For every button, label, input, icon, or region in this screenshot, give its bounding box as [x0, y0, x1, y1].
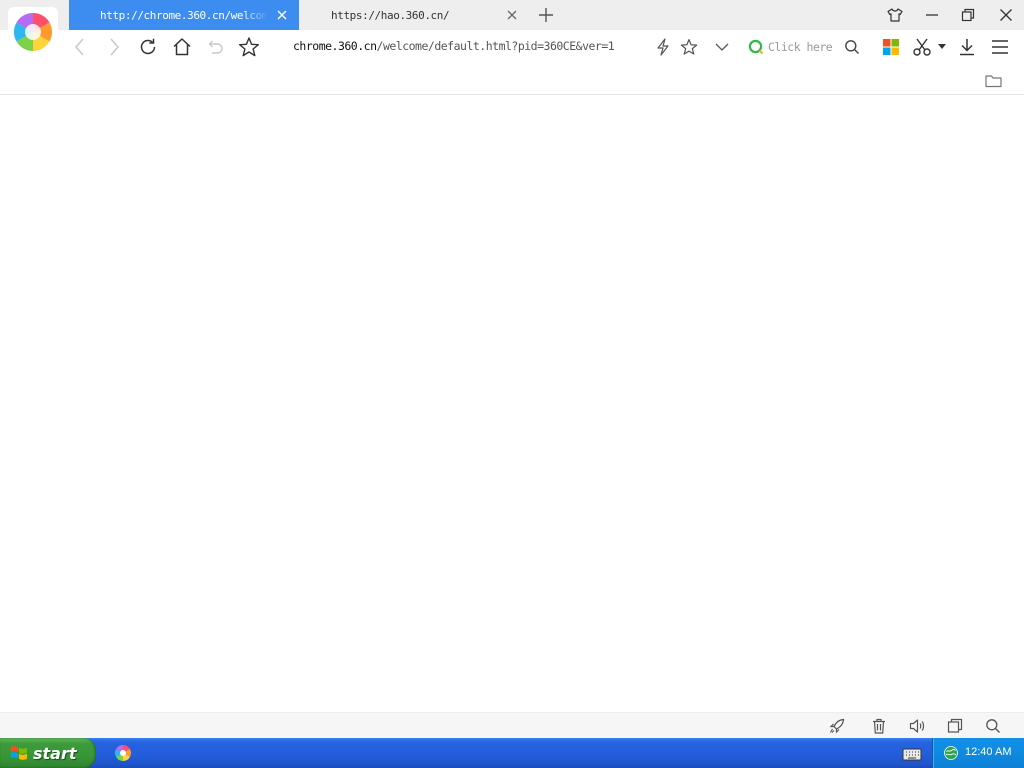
url-path: /welcome/default.html?pid=360CE&ver=1	[376, 39, 615, 53]
skin-tshirt-icon[interactable]	[882, 3, 908, 27]
search-icon[interactable]	[984, 717, 1002, 735]
screenshot-scissors-icon[interactable]	[910, 35, 934, 59]
new-tab-plus-icon[interactable]	[536, 5, 556, 25]
search-placeholder: Click here to search	[768, 40, 832, 54]
bookmarks-bar	[0, 64, 1024, 95]
screenshot-dropdown-icon[interactable]	[934, 35, 950, 59]
bookmark-star-icon[interactable]	[677, 35, 701, 59]
360-search-logo-icon	[748, 39, 764, 55]
tab-title: https://hao.360.cn/	[331, 8, 450, 22]
system-tray: 12:40 AM	[932, 738, 1024, 768]
speaker-icon[interactable]	[908, 717, 926, 735]
favorites-star-icon[interactable]	[237, 35, 261, 59]
360-browser-quicklaunch-icon[interactable]	[114, 744, 132, 762]
window-icon[interactable]	[946, 717, 964, 735]
back-chevron-left-icon[interactable]	[68, 35, 92, 59]
forward-chevron-right-icon[interactable]	[102, 35, 126, 59]
url-text: chrome.360.cn/welcome/default.html?pid=3…	[293, 39, 639, 55]
reload-icon[interactable]	[136, 35, 160, 59]
minimize-icon[interactable]	[919, 3, 945, 27]
undo-close-icon[interactable]	[203, 35, 227, 59]
apps-grid-icon[interactable]	[879, 35, 903, 59]
taskbar: start 12:40 AM	[0, 738, 1024, 768]
toolbar: chrome.360.cn/welcome/default.html?pid=3…	[0, 30, 1024, 64]
tab-title: http://chrome.360.cn/welcome/default.htm…	[100, 8, 268, 22]
restore-icon[interactable]	[955, 3, 981, 27]
close-tab-icon[interactable]	[503, 6, 521, 24]
speed-mode-lightning-icon[interactable]	[651, 35, 675, 59]
360-browser-logo-icon[interactable]	[8, 7, 58, 57]
close-tab-icon[interactable]	[273, 6, 291, 24]
home-icon[interactable]	[170, 35, 194, 59]
address-dropdown-chevron-down-icon[interactable]	[710, 35, 734, 59]
clock: 12:40 AM	[965, 746, 1012, 758]
menu-hamburger-icon[interactable]	[988, 35, 1012, 59]
tab-strip: http://chrome.360.cn/welcome/default.htm…	[0, 0, 1024, 30]
close-window-icon[interactable]	[993, 3, 1019, 27]
trash-icon[interactable]	[870, 717, 888, 735]
url-host: chrome.360.cn	[293, 39, 377, 53]
status-bar	[0, 712, 1024, 738]
page-content	[0, 95, 1024, 712]
start-button[interactable]: start	[0, 738, 96, 768]
rocket-icon[interactable]	[828, 717, 846, 735]
windows-flag-icon	[10, 744, 28, 762]
network-icon[interactable]	[943, 745, 959, 761]
search-box[interactable]: Click here to search	[748, 34, 864, 60]
download-icon[interactable]	[955, 35, 979, 59]
tab-hao360[interactable]: https://hao.360.cn/	[299, 0, 527, 30]
keyboard-icon[interactable]	[902, 746, 922, 761]
search-icon[interactable]	[844, 39, 860, 55]
start-label: start	[33, 743, 77, 763]
tab-chrome-welcome[interactable]: http://chrome.360.cn/welcome/default.htm…	[69, 0, 299, 30]
other-bookmarks-folder-icon[interactable]	[985, 73, 1002, 88]
